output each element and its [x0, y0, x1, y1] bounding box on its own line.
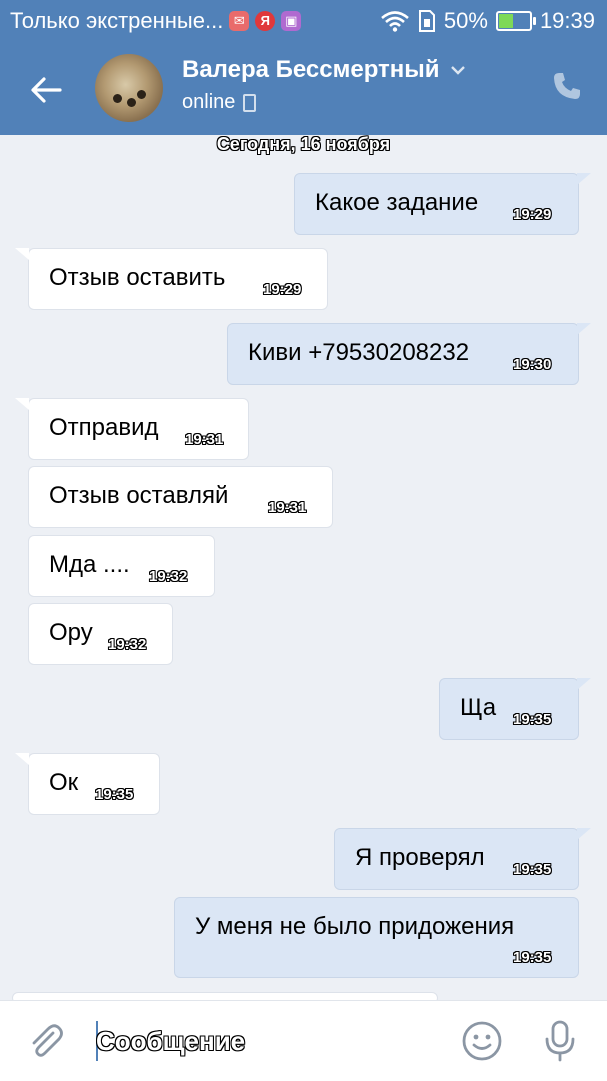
phone-call-icon[interactable]	[551, 70, 583, 102]
back-arrow-icon[interactable]	[28, 72, 64, 108]
status-bar: Только экстренные... ✉ Я ▣ 50% 19:39	[0, 0, 607, 42]
battery-icon	[495, 11, 536, 31]
message-outgoing[interactable]: У меня не было придожения 19:35	[174, 897, 579, 978]
mail-notification-icon: ✉	[229, 11, 250, 31]
status-time: 19:39	[539, 8, 595, 33]
bubble-tail	[577, 828, 591, 840]
message-incoming[interactable]: Мда .... 19:32	[28, 535, 215, 597]
message-text: Ору	[49, 619, 93, 646]
message-time: 19:32	[108, 636, 147, 653]
message-text: Мда ....	[49, 551, 130, 578]
message-text: Я проверял	[355, 844, 485, 871]
message-time: 19:29	[263, 281, 302, 298]
message-text: Отзыв оставляй	[49, 482, 229, 509]
status-left: Только экстренные... ✉ Я ▣	[10, 0, 302, 42]
avatar-detail	[127, 98, 136, 107]
message-text: Отзыв оставить	[49, 264, 226, 291]
message-time: 19:32	[149, 568, 188, 585]
message-time: 19:35	[95, 786, 134, 803]
contact-name-row[interactable]: Валера Бессмертный	[182, 56, 466, 84]
gallery-notification-icon: ▣	[281, 11, 302, 31]
message-incoming[interactable]: Ору 19:32	[28, 603, 173, 665]
date-divider: Сегодня, 16 ноября	[216, 134, 391, 154]
message-time: 19:31	[185, 431, 224, 448]
status-notification-text: Только экстренные...	[10, 8, 224, 33]
yandex-notification-icon: Я	[255, 11, 276, 31]
bubble-tail	[15, 398, 29, 410]
avatar[interactable]	[95, 54, 163, 122]
avatar-detail	[137, 90, 146, 99]
battery-percent: 50%	[443, 8, 488, 33]
bubble-tail	[577, 323, 591, 335]
message-outgoing[interactable]: Какое задание 19:29	[294, 173, 579, 235]
contact-name: Валера Бессмертный	[182, 56, 440, 83]
message-time: 19:35	[513, 711, 552, 728]
message-time: 19:35	[513, 861, 552, 878]
message-text: Киви +79530208232	[248, 339, 470, 366]
mobile-device-icon	[243, 93, 257, 112]
microphone-icon[interactable]	[540, 1019, 580, 1063]
message-outgoing[interactable]: Ща 19:35	[439, 678, 579, 740]
composer-bar: Сообщение	[0, 1000, 607, 1081]
message-text: Ща	[460, 694, 497, 721]
sim-icon	[418, 10, 435, 32]
top-bar: Только экстренные... ✉ Я ▣ 50% 19:39 Вал…	[0, 0, 607, 135]
message-time: 19:30	[513, 356, 552, 373]
message-text: Ок	[49, 769, 79, 796]
message-time: 19:29	[513, 206, 552, 223]
message-incoming[interactable]: Отзыв оставить 19:29	[28, 248, 328, 310]
message-outgoing[interactable]: Киви +79530208232 19:30	[227, 323, 579, 385]
bubble-tail	[577, 678, 591, 690]
avatar-detail	[113, 94, 122, 103]
bubble-tail	[15, 753, 29, 765]
message-time: 19:35	[513, 949, 552, 966]
wifi-icon	[381, 11, 409, 32]
message-incoming[interactable]: Ок 19:35	[28, 753, 160, 815]
message-text: Отправид	[49, 414, 159, 441]
battery-fill	[498, 14, 513, 28]
message-text: Какое задание	[315, 189, 479, 216]
status-right: 50% 19:39	[380, 0, 595, 42]
chat-header: Валера Бессмертный online	[0, 42, 607, 135]
message-outgoing[interactable]: Я проверял 19:35	[334, 828, 579, 890]
message-incoming[interactable]: Отзыв оставляй 19:31	[28, 466, 333, 528]
presence-status: online	[182, 91, 236, 113]
chevron-down-icon	[450, 66, 465, 75]
paperclip-icon[interactable]	[26, 1021, 66, 1061]
presence-row: online	[182, 91, 257, 114]
bubble-tail	[15, 248, 29, 260]
message-text: У меня не было придожения	[195, 913, 515, 940]
smile-icon[interactable]	[461, 1020, 503, 1062]
message-time: 19:31	[268, 499, 307, 516]
message-input[interactable]: Сообщение	[96, 1019, 436, 1063]
message-incoming[interactable]: Отправид 19:31	[28, 398, 249, 460]
bubble-tail	[577, 173, 591, 185]
